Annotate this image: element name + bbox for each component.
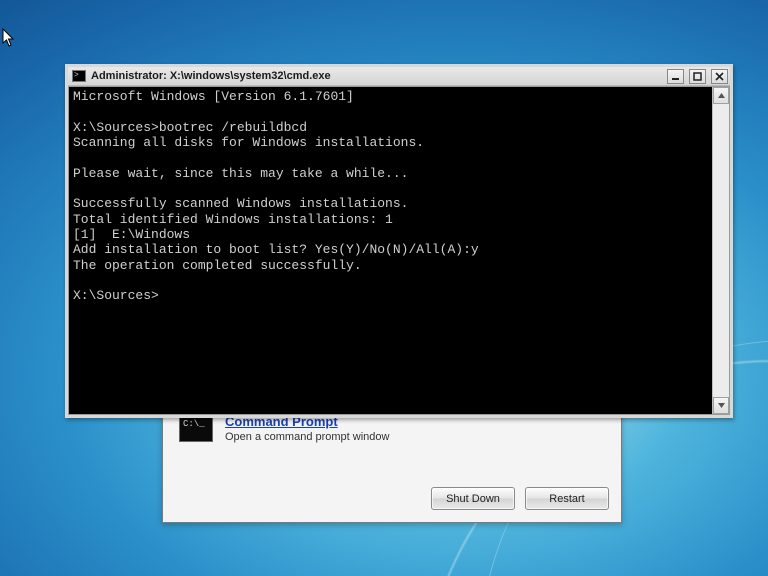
recovery-button-row: Shut Down Restart [163, 487, 621, 522]
cursor-icon [2, 28, 16, 48]
shut-down-button[interactable]: Shut Down [431, 487, 515, 510]
recovery-item-text: Command Prompt Open a command prompt win… [225, 414, 389, 443]
close-button[interactable] [711, 69, 728, 84]
command-prompt-description: Open a command prompt window [225, 431, 389, 443]
maximize-button[interactable] [689, 69, 706, 84]
titlebar[interactable]: Administrator: X:\windows\system32\cmd.e… [68, 67, 730, 86]
cmd-output[interactable]: Microsoft Windows [Version 6.1.7601] X:\… [69, 87, 712, 414]
restart-button[interactable]: Restart [525, 487, 609, 510]
vertical-scrollbar[interactable] [712, 87, 729, 414]
command-prompt-icon [179, 416, 213, 442]
minimize-button[interactable] [667, 69, 684, 84]
scroll-up-button[interactable] [713, 87, 729, 104]
recovery-options-panel: Command Prompt Open a command prompt win… [162, 405, 622, 523]
cmd-window: Administrator: X:\windows\system32\cmd.e… [65, 64, 733, 418]
cmd-app-icon [72, 70, 86, 82]
scroll-down-button[interactable] [713, 397, 729, 414]
scrollbar-track[interactable] [713, 104, 729, 397]
window-title: Administrator: X:\windows\system32\cmd.e… [91, 70, 662, 82]
cmd-body: Microsoft Windows [Version 6.1.7601] X:\… [68, 86, 730, 415]
